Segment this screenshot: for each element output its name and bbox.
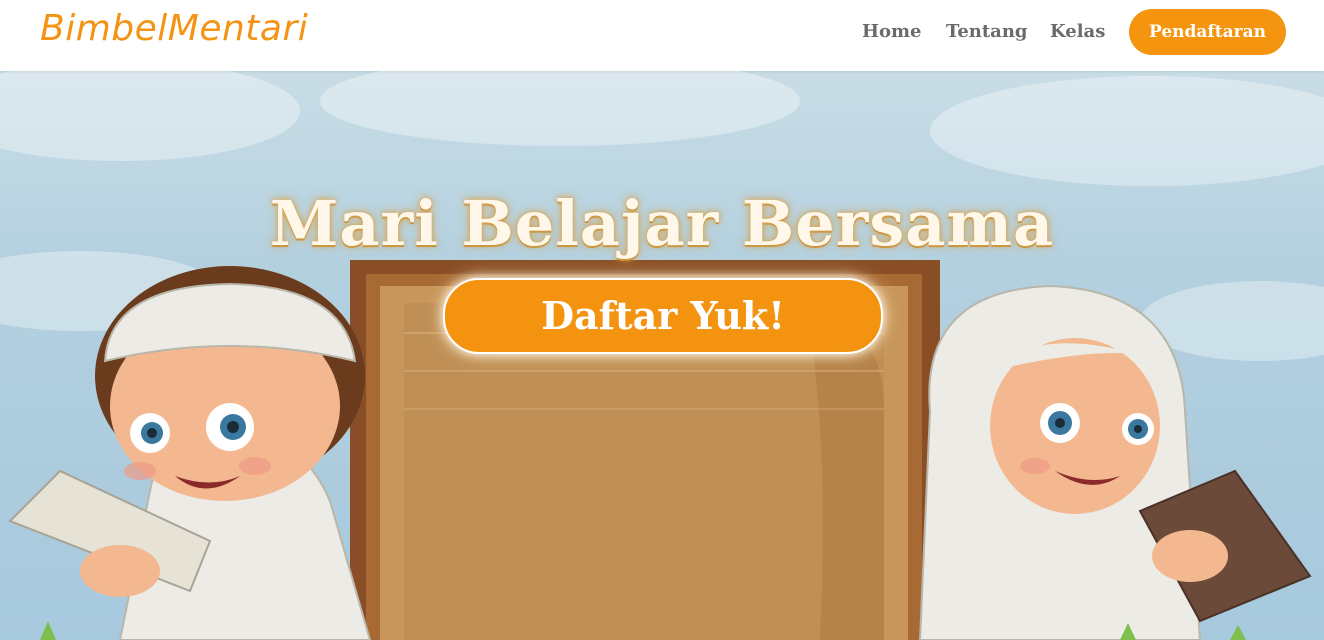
hero-illustration bbox=[0, 71, 1324, 640]
nav-link-home[interactable]: Home bbox=[862, 21, 922, 42]
hero-section: Mari Belajar Bersama Daftar Yuk! bbox=[0, 71, 1324, 640]
navbar: BimbelMentari Home Tentang Kelas Pendaft… bbox=[0, 0, 1324, 71]
register-button[interactable]: Pendaftaran bbox=[1129, 9, 1286, 55]
nav-link-tentang[interactable]: Tentang bbox=[946, 21, 1028, 42]
daftar-button[interactable]: Daftar Yuk! bbox=[443, 278, 883, 354]
page: BimbelMentari Home Tentang Kelas Pendaft… bbox=[0, 0, 1324, 640]
brand-logo[interactable]: BimbelMentari bbox=[40, 8, 308, 49]
hero-title: Mari Belajar Bersama bbox=[269, 186, 1055, 260]
nav-link-kelas[interactable]: Kelas bbox=[1050, 21, 1105, 42]
